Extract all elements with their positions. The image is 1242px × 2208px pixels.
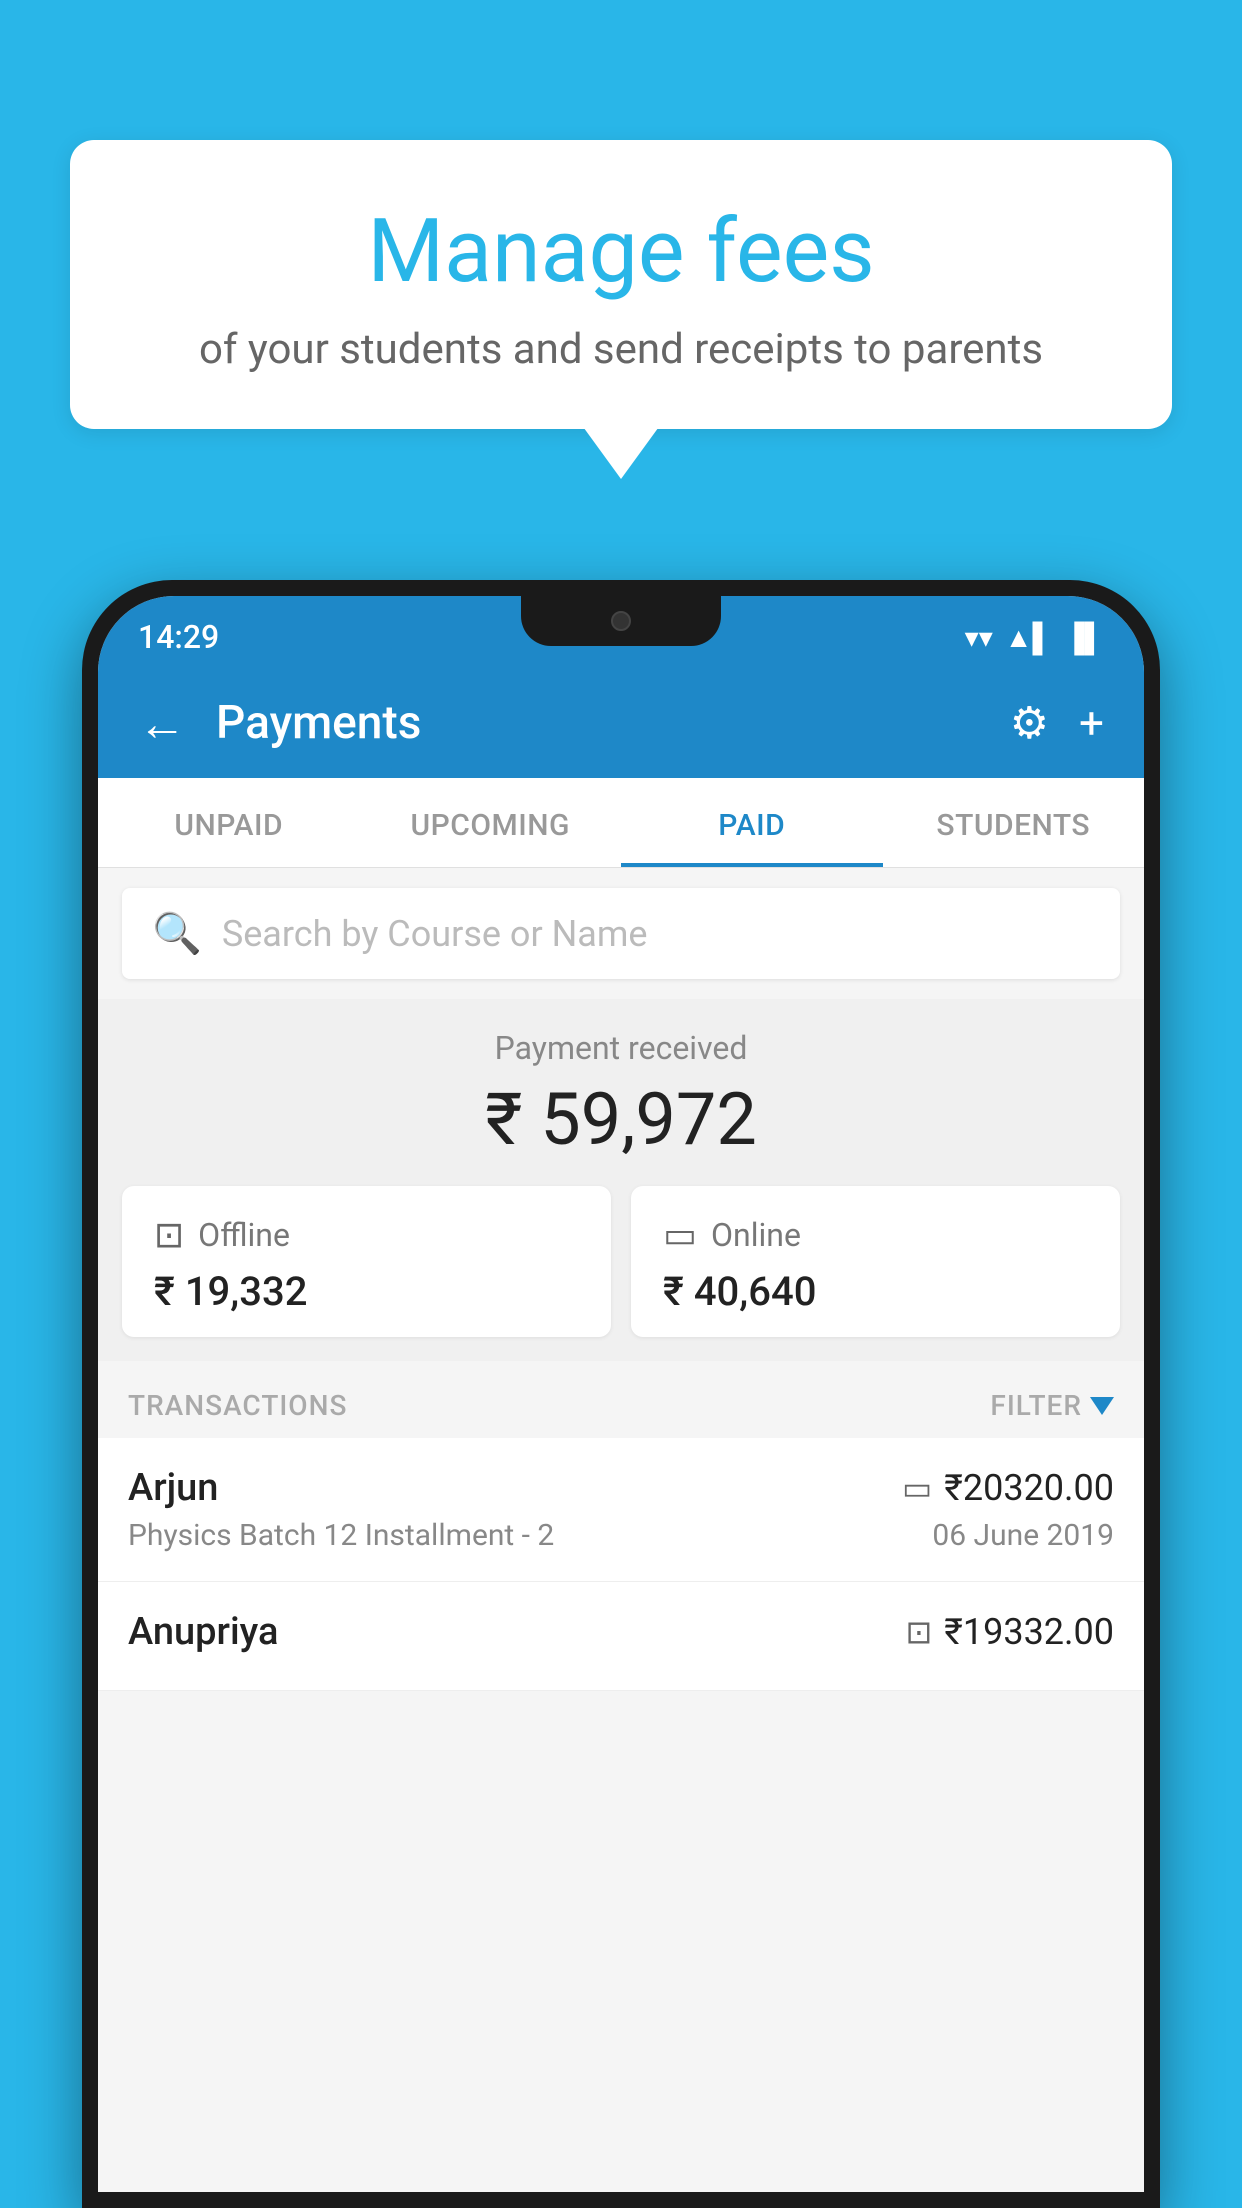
online-card: ▭ Online ₹ 40,640 xyxy=(631,1186,1120,1337)
speech-bubble-container: Manage fees of your students and send re… xyxy=(70,140,1172,429)
phone-frame: 14:29 ▾▾ ▲▌ ▐▌ ← Payments ⚙ + UNPAID UPC… xyxy=(82,580,1160,2208)
front-camera xyxy=(611,611,631,631)
transactions-header: TRANSACTIONS FILTER xyxy=(98,1361,1144,1438)
search-icon: 🔍 xyxy=(152,910,202,957)
payment-cards: ⊡ Offline ₹ 19,332 ▭ Online ₹ 40,640 xyxy=(122,1186,1120,1337)
card-payment-icon: ▭ xyxy=(902,1469,932,1507)
transaction-top: Anupriya ⊡ ₹19332.00 xyxy=(128,1610,1114,1654)
back-button[interactable]: ← xyxy=(138,695,186,752)
battery-icon: ▐▌ xyxy=(1064,621,1104,654)
offline-label: Offline xyxy=(198,1216,290,1254)
offline-icon: ⊡ xyxy=(154,1214,184,1256)
tab-students[interactable]: STUDENTS xyxy=(883,778,1145,867)
transaction-amount: ₹19332.00 xyxy=(944,1611,1114,1653)
payment-summary: Payment received ₹ 59,972 ⊡ Offline ₹ 19… xyxy=(98,999,1144,1361)
transaction-amount: ₹20320.00 xyxy=(944,1467,1114,1509)
transaction-amount-block: ▭ ₹20320.00 xyxy=(902,1467,1114,1509)
online-amount: ₹ 40,640 xyxy=(663,1268,816,1315)
content-area: 🔍 Search by Course or Name Payment recei… xyxy=(98,868,1144,2192)
phone-notch xyxy=(521,596,721,646)
filter-icon xyxy=(1090,1397,1114,1415)
settings-button[interactable]: ⚙ xyxy=(1010,697,1049,749)
app-header: ← Payments ⚙ + xyxy=(98,668,1144,778)
tab-upcoming[interactable]: UPCOMING xyxy=(360,778,622,867)
tab-unpaid[interactable]: UNPAID xyxy=(98,778,360,867)
tabs-bar: UNPAID UPCOMING PAID STUDENTS xyxy=(98,778,1144,868)
transaction-row[interactable]: Arjun ▭ ₹20320.00 Physics Batch 12 Insta… xyxy=(98,1438,1144,1582)
add-button[interactable]: + xyxy=(1079,697,1104,749)
transaction-name: Anupriya xyxy=(128,1610,278,1654)
transaction-course: Physics Batch 12 Installment - 2 xyxy=(128,1518,554,1553)
offline-amount: ₹ 19,332 xyxy=(154,1268,307,1315)
online-card-header: ▭ Online xyxy=(663,1214,801,1256)
transaction-name: Arjun xyxy=(128,1466,218,1510)
filter-button[interactable]: FILTER xyxy=(990,1389,1114,1422)
offline-card-header: ⊡ Offline xyxy=(154,1214,290,1256)
status-icons: ▾▾ ▲▌ ▐▌ xyxy=(965,621,1104,654)
status-time: 14:29 xyxy=(138,618,219,656)
search-bar[interactable]: 🔍 Search by Course or Name xyxy=(122,888,1120,979)
tab-paid[interactable]: PAID xyxy=(621,778,883,867)
payment-received-label: Payment received xyxy=(122,1029,1120,1067)
online-icon: ▭ xyxy=(663,1214,697,1256)
offline-card: ⊡ Offline ₹ 19,332 xyxy=(122,1186,611,1337)
transaction-top: Arjun ▭ ₹20320.00 xyxy=(128,1466,1114,1510)
payment-total-amount: ₹ 59,972 xyxy=(122,1077,1120,1162)
transaction-amount-block: ⊡ ₹19332.00 xyxy=(905,1611,1114,1653)
transaction-bottom: Physics Batch 12 Installment - 2 06 June… xyxy=(128,1518,1114,1553)
header-actions: ⚙ + xyxy=(1010,697,1104,749)
offline-payment-icon: ⊡ xyxy=(905,1613,932,1651)
header-title: Payments xyxy=(216,696,1010,750)
transaction-date: 06 June 2019 xyxy=(932,1518,1114,1553)
speech-bubble-subtitle: of your students and send receipts to pa… xyxy=(120,325,1122,374)
signal-icon: ▲▌ xyxy=(1005,621,1053,654)
search-input[interactable]: Search by Course or Name xyxy=(222,913,648,955)
speech-bubble-title: Manage fees xyxy=(120,200,1122,303)
speech-bubble: Manage fees of your students and send re… xyxy=(70,140,1172,429)
transactions-label: TRANSACTIONS xyxy=(128,1389,347,1422)
phone-inner: 14:29 ▾▾ ▲▌ ▐▌ ← Payments ⚙ + UNPAID UPC… xyxy=(98,596,1144,2192)
wifi-icon: ▾▾ xyxy=(965,621,993,654)
transaction-row[interactable]: Anupriya ⊡ ₹19332.00 xyxy=(98,1582,1144,1691)
online-label: Online xyxy=(711,1216,801,1254)
filter-label: FILTER xyxy=(990,1389,1082,1422)
